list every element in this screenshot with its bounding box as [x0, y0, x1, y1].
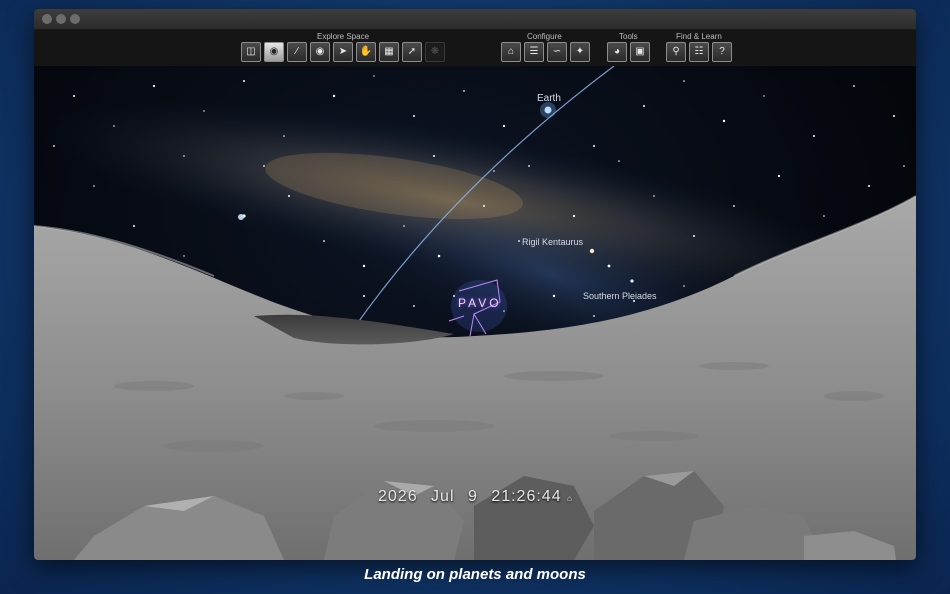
search-button[interactable]: ⚲ — [666, 42, 686, 62]
home-location-icon[interactable]: ⌂ — [567, 494, 573, 503]
close-window-button[interactable] — [42, 14, 52, 24]
app-window: Explore Space Configure Tools Find & Lea… — [34, 9, 916, 560]
telescope-mount-button[interactable]: ➚ — [402, 42, 422, 62]
earth-marker[interactable] — [544, 106, 552, 114]
location-pin-icon: ◉ — [269, 46, 279, 57]
rigil-kentaurus-star[interactable] — [589, 248, 595, 254]
horizon-icon: ∽ — [552, 46, 562, 57]
sliders-icon: ☰ — [529, 46, 539, 57]
date-time-readout[interactable]: 2026 Jul 9 21:26:44 ⌂ — [378, 488, 573, 506]
save-button[interactable]: ◫ — [241, 42, 261, 62]
year-value[interactable]: 2026 — [378, 488, 418, 505]
bright-star — [238, 214, 244, 220]
tools-label: Tools — [619, 32, 638, 41]
search-icon: ⚲ — [672, 46, 680, 57]
settings-sliders-button[interactable]: ☰ — [524, 42, 544, 62]
title-bar — [34, 9, 916, 30]
scene-graphics — [34, 66, 916, 560]
toolbar: Explore Space Configure Tools Find & Lea… — [34, 30, 916, 66]
configure-label: Configure — [527, 32, 562, 41]
learn-book-button[interactable]: ☷ — [689, 42, 709, 62]
rigil-kentaurus-label[interactable]: Rigil Kentaurus — [522, 237, 583, 247]
home-button[interactable]: ⌂ — [501, 42, 521, 62]
sky-view[interactable]: Earth Rigil Kentaurus Southern Pleiades … — [34, 66, 916, 560]
pavo-label[interactable]: PAVO — [458, 296, 502, 310]
help-button[interactable]: ? — [712, 42, 732, 62]
eye-icon: ◉ — [315, 46, 325, 57]
find-learn-label: Find & Learn — [676, 32, 722, 41]
gauge-button[interactable]: ◕ — [607, 42, 627, 62]
earth-label[interactable]: Earth — [537, 93, 561, 104]
location-button[interactable]: ◉ — [264, 42, 284, 62]
constellation-grid-button[interactable]: ✦ — [570, 42, 590, 62]
hand-tool-button[interactable]: ✋ — [356, 42, 376, 62]
home-icon: ⌂ — [507, 46, 515, 57]
month-value[interactable]: Jul — [431, 488, 454, 505]
spacecraft-button[interactable]: ➤ — [333, 42, 353, 62]
constellation-grid-icon: ✦ — [575, 46, 585, 57]
southern-pleiades-star[interactable] — [630, 279, 634, 283]
maximize-window-button[interactable] — [70, 14, 80, 24]
add-view-button[interactable]: ▣ — [630, 42, 650, 62]
hand-icon: ✋ — [359, 46, 373, 57]
save-icon: ◫ — [246, 46, 256, 57]
southern-pleiades-label[interactable]: Southern Pleiades — [583, 291, 657, 301]
book-icon: ☷ — [694, 46, 704, 57]
time-value[interactable]: 21:26:44 — [491, 488, 561, 505]
day-value[interactable]: 9 — [468, 488, 478, 505]
calendar-icon: ▦ — [384, 46, 394, 57]
calendar-button[interactable]: ▦ — [379, 42, 399, 62]
telescope-button[interactable]: ∕ — [287, 42, 307, 62]
marketing-caption: Landing on planets and moons — [364, 566, 586, 583]
satellite-icon: ❋ — [430, 46, 440, 57]
view-options-button[interactable]: ◉ — [310, 42, 330, 62]
minimize-window-button[interactable] — [56, 14, 66, 24]
explore-space-label: Explore Space — [317, 32, 370, 41]
rocket-icon: ➤ — [338, 46, 348, 57]
gauge-icon: ◕ — [613, 46, 621, 57]
telescope-icon: ∕ — [296, 46, 298, 57]
satellite-button[interactable]: ❋ — [425, 42, 445, 62]
add-view-icon: ▣ — [635, 46, 645, 57]
telescope-mount-icon: ➚ — [407, 46, 417, 57]
horizon-button[interactable]: ∽ — [547, 42, 567, 62]
help-icon: ? — [719, 46, 725, 57]
